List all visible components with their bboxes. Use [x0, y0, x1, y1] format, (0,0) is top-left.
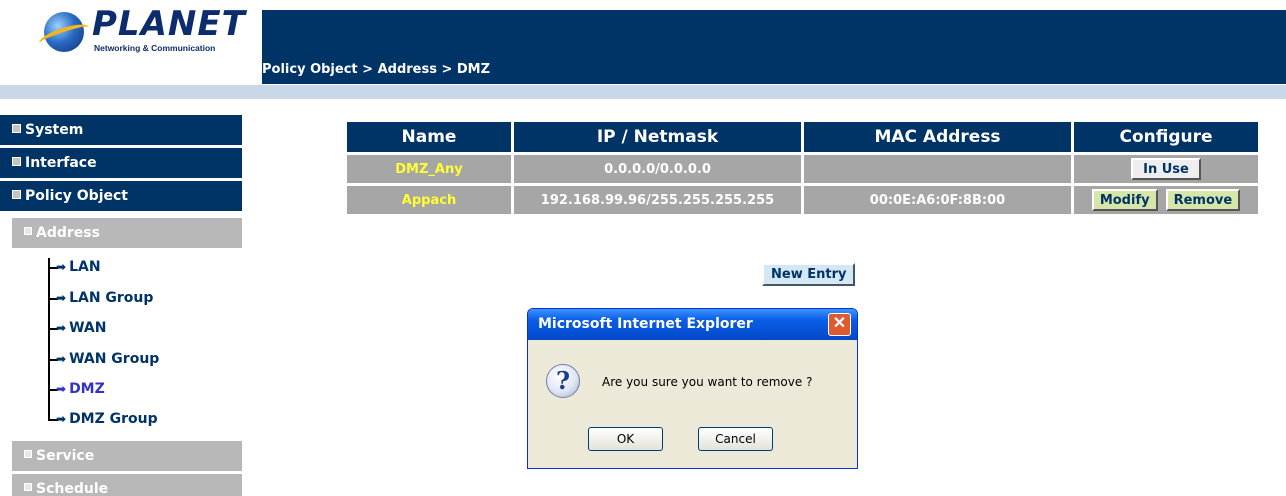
arrow-icon: ➡ — [56, 260, 67, 274]
cell-configure: In Use — [1074, 155, 1258, 186]
dialog-body: ? Are you sure you want to remove ? OK C… — [528, 340, 857, 468]
cell-mac: 00:0E:A6:0F:8B:00 — [804, 186, 1071, 217]
in-use-button[interactable]: In Use — [1131, 158, 1201, 180]
arrow-icon: ➡ — [56, 352, 67, 366]
sidebar-link-label: DMZ — [69, 381, 105, 397]
arrow-icon: ➡ — [56, 291, 67, 305]
sidebar-sub-service[interactable]: Service — [12, 441, 242, 471]
sidebar-link-dmz-group[interactable]: ➡ DMZ Group — [56, 405, 158, 433]
sidebar-link-lan[interactable]: ➡ LAN — [56, 253, 101, 281]
sidebar-item-label: Address — [36, 225, 100, 241]
sidebar-link-wan[interactable]: ➡ WAN — [56, 314, 106, 342]
cell-configure: Modify Remove — [1074, 186, 1258, 217]
modify-button[interactable]: Modify — [1091, 189, 1158, 211]
header-divider — [0, 85, 1286, 99]
sidebar-item-label: Schedule — [36, 481, 109, 496]
sidebar-link-label: WAN Group — [69, 351, 160, 367]
sidebar-link-wan-group[interactable]: ➡ WAN Group — [56, 345, 159, 373]
logo-tagline: Networking & Communication — [94, 43, 216, 53]
arrow-icon: ➡ — [56, 382, 67, 396]
close-icon[interactable]: ✕ — [828, 313, 851, 336]
address-table: Name IP / Netmask MAC Address Configure … — [344, 122, 1261, 217]
logo: PLANET Networking & Communication — [0, 0, 262, 84]
sidebar-sub-address[interactable]: Address — [12, 218, 242, 248]
dialog-title: Microsoft Internet Explorer — [528, 309, 857, 340]
sidebar-sub-schedule[interactable]: Schedule — [12, 474, 242, 496]
sidebar-item-system[interactable]: System — [0, 115, 242, 145]
breadcrumb: Policy Object > Address > DMZ — [262, 62, 491, 77]
sidebar-item-label: Service — [36, 448, 95, 464]
arrow-icon: ➡ — [56, 321, 67, 335]
cell-mac — [804, 155, 1071, 186]
new-entry-button[interactable]: New Entry — [762, 263, 856, 286]
cell-ip: 192.168.99.96/255.255.255.255 — [514, 186, 801, 217]
sidebar-link-label: DMZ Group — [69, 411, 158, 427]
ok-button[interactable]: OK — [588, 427, 663, 451]
sidebar-link-lan-group[interactable]: ➡ LAN Group — [56, 284, 153, 312]
expand-icon — [12, 156, 21, 166]
table-row: DMZ_Any 0.0.0.0/0.0.0.0 In Use — [347, 155, 1258, 186]
cell-name: DMZ_Any — [347, 155, 511, 186]
sidebar-item-label: Interface — [25, 155, 97, 171]
expand-icon — [24, 483, 32, 491]
collapse-icon — [12, 189, 21, 199]
sidebar-item-policy-object[interactable]: Policy Object — [0, 181, 242, 211]
cancel-button[interactable]: Cancel — [698, 427, 773, 451]
sidebar-item-label: Policy Object — [25, 188, 128, 204]
sidebar-item-label: System — [25, 122, 84, 138]
expand-icon — [24, 450, 32, 458]
question-icon: ? — [546, 364, 580, 398]
tree-line — [48, 258, 50, 421]
column-header-name: Name — [347, 122, 511, 155]
dialog-message: Are you sure you want to remove ? — [602, 375, 813, 389]
expand-icon — [12, 123, 21, 133]
sidebar-link-dmz[interactable]: ➡ DMZ — [56, 375, 105, 403]
cell-name: Appach — [347, 186, 511, 217]
column-header-configure: Configure — [1074, 122, 1258, 155]
column-header-mac: MAC Address — [804, 122, 1071, 155]
cell-ip: 0.0.0.0/0.0.0.0 — [514, 155, 801, 186]
table-header-row: Name IP / Netmask MAC Address Configure — [347, 122, 1258, 155]
arrow-icon: ➡ — [56, 412, 67, 426]
column-header-ip: IP / Netmask — [514, 122, 801, 155]
sidebar-link-label: LAN — [69, 259, 101, 275]
sidebar-link-label: WAN — [69, 320, 107, 336]
table-row: Appach 192.168.99.96/255.255.255.255 00:… — [347, 186, 1258, 217]
logo-wordmark: PLANET — [92, 4, 246, 44]
sidebar-link-label: LAN Group — [69, 290, 154, 306]
confirm-dialog: Microsoft Internet Explorer ✕ ? Are you … — [527, 308, 858, 469]
remove-button[interactable]: Remove — [1165, 189, 1241, 211]
collapse-icon — [24, 227, 32, 235]
sidebar-item-interface[interactable]: Interface — [0, 148, 242, 178]
